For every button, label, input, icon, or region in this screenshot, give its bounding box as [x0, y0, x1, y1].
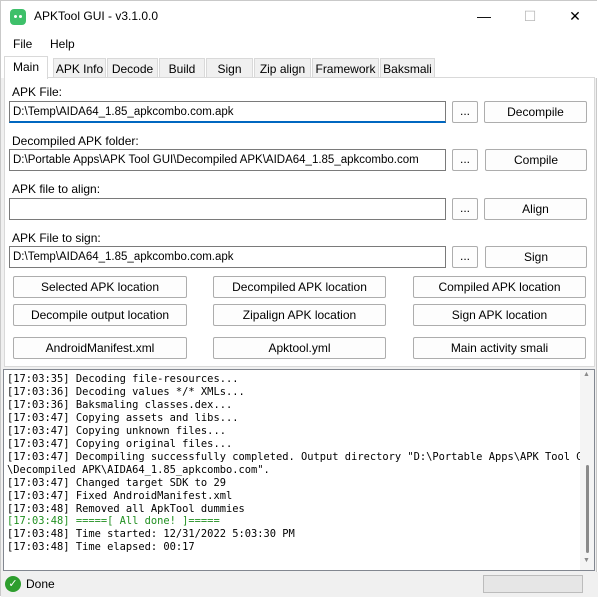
log-line: [17:03:47] Fixed AndroidManifest.xml — [7, 489, 233, 502]
tab-main[interactable]: Main — [4, 56, 48, 79]
apk-file-label: APK File: — [12, 85, 63, 99]
menu-file[interactable]: File — [13, 37, 32, 51]
scrollbar-thumb[interactable] — [586, 465, 589, 553]
check-circle-icon: ✓ — [5, 576, 21, 592]
log-scrollbar[interactable]: ▲ ▼ — [580, 370, 594, 570]
log-line: [17:03:48] Time started: 12/31/2022 5:03… — [7, 528, 295, 541]
log-line: [17:03:47] Decompiling successfully comp… — [7, 450, 595, 463]
selected-apk-location-button[interactable]: Selected APK location — [13, 276, 187, 298]
align-file-input[interactable] — [9, 198, 446, 220]
sign-file-label: APK File to sign: — [12, 231, 101, 245]
tab-strip: Main APK Info Decode Build Sign Zip alig… — [1, 56, 598, 79]
android-app-icon — [10, 9, 26, 25]
decompiled-apk-location-button[interactable]: Decompiled APK location — [213, 276, 386, 298]
decompiled-folder-input[interactable]: D:\Portable Apps\APK Tool GUI\Decompiled… — [9, 149, 446, 171]
apk-file-browse-button[interactable]: ... — [452, 101, 478, 123]
tab-build[interactable]: Build — [159, 58, 205, 78]
scroll-up-icon[interactable]: ▲ — [583, 371, 590, 378]
tab-baksmali[interactable]: Baksmali — [380, 58, 435, 78]
tab-decode[interactable]: Decode — [107, 58, 158, 78]
app-window: APKTool GUI - v3.1.0.0 — ☐ ✕ File Help M… — [0, 0, 598, 597]
menu-bar: File Help — [1, 32, 598, 56]
align-button[interactable]: Align — [484, 198, 587, 220]
minimize-button[interactable]: — — [461, 1, 507, 32]
compile-button[interactable]: Compile — [485, 149, 587, 171]
tab-zip-align[interactable]: Zip align — [254, 58, 311, 78]
main-activity-smali-button[interactable]: Main activity smali — [413, 337, 586, 359]
status-bar: ✓ Done — [1, 572, 598, 597]
log-line: [17:03:48] Time elapsed: 00:17 — [7, 541, 195, 554]
log-line: [17:03:48] =====[ All done! ]===== — [7, 515, 220, 528]
log-line: [17:03:36] Baksmaling classes.dex... — [7, 398, 233, 411]
decompiled-folder-browse-button[interactable]: ... — [452, 149, 478, 171]
log-line: [17:03:36] Decoding values */* XMLs... — [7, 385, 245, 398]
align-file-browse-button[interactable]: ... — [452, 198, 478, 220]
tab-sign[interactable]: Sign — [206, 58, 253, 78]
sign-file-browse-button[interactable]: ... — [452, 246, 478, 268]
log-line: [17:03:48] Removed all ApkTool dummies — [7, 502, 245, 515]
compiled-apk-location-button[interactable]: Compiled APK location — [413, 276, 586, 298]
progress-bar — [483, 575, 583, 593]
log-line: [17:03:47] Copying unknown files... — [7, 424, 226, 437]
title-bar[interactable]: APKTool GUI - v3.1.0.0 — ☐ ✕ — [1, 1, 598, 32]
apktool-yml-button[interactable]: Apktool.yml — [213, 337, 386, 359]
status-text: Done — [26, 577, 55, 591]
apk-file-input[interactable]: D:\Temp\AIDA64_1.85_apkcombo.com.apk — [9, 101, 446, 123]
decompiled-folder-label: Decompiled APK folder: — [12, 134, 139, 148]
log-line: \Decompiled APK\AIDA64_1.85_apkcombo.com… — [7, 463, 270, 476]
log-line: [17:03:47] Changed target SDK to 29 — [7, 476, 226, 489]
align-file-label: APK file to align: — [12, 182, 101, 196]
log-output[interactable]: [17:03:35] Decoding file-resources... [17… — [3, 369, 595, 571]
sign-button[interactable]: Sign — [485, 246, 587, 268]
maximize-button[interactable]: ☐ — [507, 1, 553, 32]
tab-framework[interactable]: Framework — [312, 58, 379, 78]
scroll-down-icon[interactable]: ▼ — [583, 557, 590, 564]
sign-apk-location-button[interactable]: Sign APK location — [413, 304, 586, 326]
sign-file-input[interactable]: D:\Temp\AIDA64_1.85_apkcombo.com.apk — [9, 246, 446, 268]
close-button[interactable]: ✕ — [552, 1, 598, 32]
log-line: [17:03:47] Copying assets and libs... — [7, 411, 239, 424]
tab-apk-info[interactable]: APK Info — [53, 58, 106, 78]
android-manifest-button[interactable]: AndroidManifest.xml — [13, 337, 187, 359]
decompile-output-location-button[interactable]: Decompile output location — [13, 304, 187, 326]
log-line: [17:03:35] Decoding file-resources... — [7, 373, 239, 385]
log-line: [17:03:47] Copying original files... — [7, 437, 233, 450]
menu-help[interactable]: Help — [50, 37, 75, 51]
window-title: APKTool GUI - v3.1.0.0 — [34, 9, 159, 23]
zipalign-apk-location-button[interactable]: Zipalign APK location — [213, 304, 386, 326]
decompile-button[interactable]: Decompile — [484, 101, 587, 123]
log-lines: [17:03:35] Decoding file-resources... [17… — [7, 373, 595, 554]
